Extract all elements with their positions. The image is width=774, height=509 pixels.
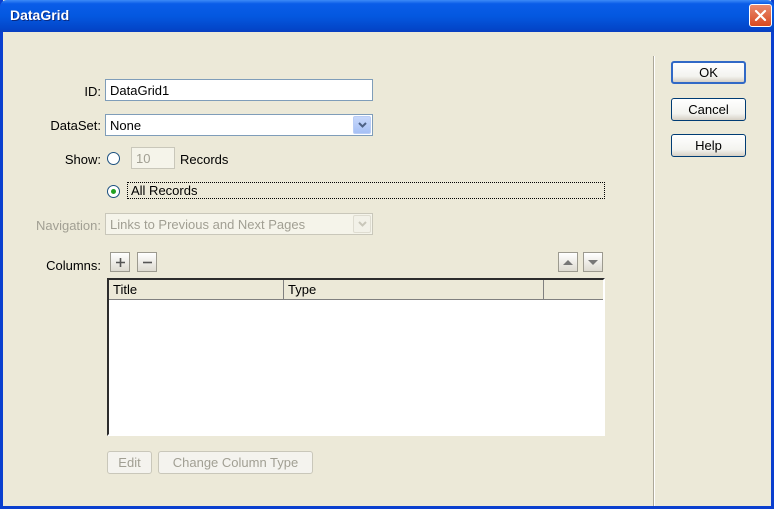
radio-selected-dot bbox=[111, 189, 116, 194]
column-header-type[interactable]: Type bbox=[284, 280, 544, 299]
show-label: Show: bbox=[64, 152, 101, 167]
id-label: ID: bbox=[84, 84, 101, 99]
title-bar[interactable]: DataGrid bbox=[0, 0, 774, 32]
close-x-icon bbox=[754, 9, 767, 22]
up-arrow-icon bbox=[563, 259, 573, 265]
columns-grid[interactable]: Title Type bbox=[107, 278, 605, 436]
column-header-title[interactable]: Title bbox=[109, 280, 284, 299]
plus-icon bbox=[115, 257, 125, 267]
records-radio[interactable] bbox=[107, 152, 120, 165]
move-column-down-button[interactable] bbox=[583, 252, 603, 272]
navigation-select[interactable]: Links to Previous and Next Pages bbox=[105, 213, 373, 235]
navigation-value: Links to Previous and Next Pages bbox=[110, 217, 306, 232]
columns-label: Columns: bbox=[46, 258, 101, 273]
minus-icon bbox=[142, 261, 152, 263]
window-title: DataGrid bbox=[10, 7, 70, 23]
grid-header: Title Type bbox=[109, 280, 603, 300]
down-arrow-icon bbox=[588, 259, 598, 265]
remove-column-button[interactable] bbox=[137, 252, 157, 272]
records-count-input[interactable] bbox=[131, 147, 175, 169]
dataset-select[interactable]: None bbox=[105, 114, 373, 136]
close-button[interactable] bbox=[749, 4, 772, 27]
chevron-down-icon[interactable] bbox=[353, 116, 371, 134]
all-records-radio[interactable] bbox=[107, 185, 120, 198]
cancel-button[interactable]: Cancel bbox=[671, 98, 746, 121]
ok-button[interactable]: OK bbox=[671, 61, 746, 84]
navigation-label: Navigation: bbox=[35, 218, 101, 233]
dataset-label: DataSet: bbox=[50, 118, 101, 133]
column-header-empty bbox=[544, 280, 603, 299]
all-records-label[interactable]: All Records bbox=[127, 182, 605, 199]
vertical-divider bbox=[653, 56, 655, 506]
add-column-button[interactable] bbox=[110, 252, 130, 272]
records-label: Records bbox=[180, 152, 229, 167]
dataset-value: None bbox=[110, 118, 142, 133]
move-column-up-button[interactable] bbox=[558, 252, 578, 272]
change-column-type-button[interactable]: Change Column Type bbox=[158, 451, 313, 474]
edit-button[interactable]: Edit bbox=[107, 451, 152, 474]
id-input[interactable] bbox=[105, 79, 373, 101]
chevron-down-icon[interactable] bbox=[353, 215, 371, 233]
datagrid-dialog: DataGrid ID: DataSet: None Show: Records… bbox=[0, 0, 774, 509]
help-button[interactable]: Help bbox=[671, 134, 746, 157]
